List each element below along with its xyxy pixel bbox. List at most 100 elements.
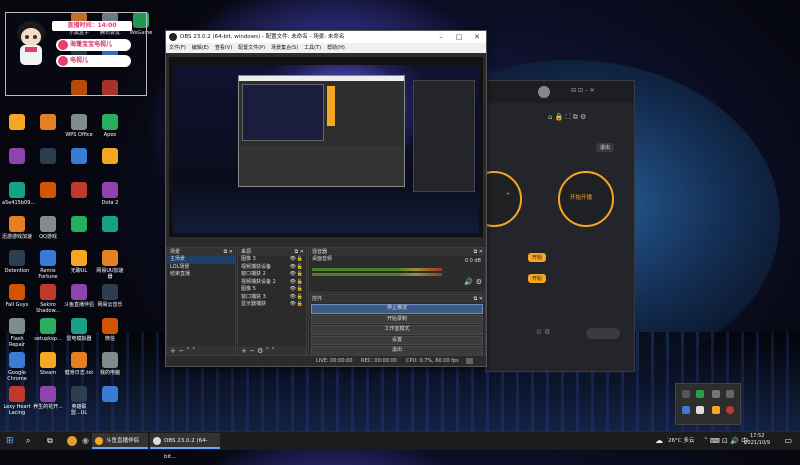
- desktop-icon[interactable]: Remix Fortune: [33, 250, 63, 280]
- source-item[interactable]: 图像 5 👁 🔓: [238, 286, 306, 294]
- desktop-icon[interactable]: [95, 386, 125, 404]
- volume-icon[interactable]: 🔊: [464, 278, 473, 286]
- search-icon[interactable]: ⌕: [26, 434, 30, 448]
- tray-icon[interactable]: [726, 406, 734, 414]
- desktop-icon[interactable]: [33, 114, 63, 132]
- source-item[interactable]: 显示器捕获 👁 🔓: [238, 301, 306, 309]
- source-item[interactable]: 视频捕获设备 👁 🔓: [238, 264, 306, 272]
- lock-icon[interactable]: 🔓: [297, 286, 303, 294]
- lock-icon[interactable]: 🔓: [297, 279, 303, 287]
- task-view-icon[interactable]: ⧉: [47, 434, 53, 448]
- desktop-icon[interactable]: Dota 2: [95, 182, 125, 206]
- tray-icon[interactable]: [682, 390, 690, 398]
- desktop-icon[interactable]: 微信: [95, 318, 125, 342]
- lock-icon[interactable]: 🔓: [297, 301, 303, 309]
- menu-item[interactable]: 查看(V): [215, 45, 232, 51]
- lock-icon[interactable]: 🔓: [297, 264, 303, 272]
- chrome-icon[interactable]: [67, 436, 77, 446]
- tray-icon[interactable]: [712, 390, 720, 398]
- scene-item[interactable]: 主场景: [167, 256, 235, 264]
- lock-icon[interactable]: 🔓: [297, 271, 303, 279]
- desktop-icon[interactable]: Fall Guys: [2, 284, 32, 308]
- menu-item[interactable]: 编辑(E): [192, 45, 209, 51]
- desktop-icon[interactable]: 斗鱼直播伴侣: [64, 284, 94, 308]
- visibility-eye-icon[interactable]: 👁: [290, 271, 296, 279]
- mixer-gear-icon[interactable]: ⚙: [476, 278, 482, 286]
- desktop-icon[interactable]: [95, 216, 125, 234]
- bottom-tool-icons[interactable]: ⊙ ⚙: [536, 328, 550, 336]
- menu-item[interactable]: 帮助(H): [327, 45, 345, 51]
- desktop-icon[interactable]: [2, 114, 32, 132]
- desktop-icon[interactable]: 网易UU加速器: [95, 250, 125, 280]
- minimize-button[interactable]: –: [432, 31, 450, 43]
- companion-tool-icons[interactable]: ⌂ 🔒 ⛶ ⧉ ⚙: [548, 113, 586, 122]
- visibility-eye-icon[interactable]: 👁: [290, 256, 296, 264]
- menu-item[interactable]: 工具(T): [304, 45, 321, 51]
- visibility-eye-icon[interactable]: 👁: [290, 279, 296, 287]
- control-button[interactable]: 设置: [311, 335, 483, 345]
- taskbar-task-2[interactable]: OBS 23.0.2 (64-bit...: [150, 433, 220, 460]
- desktop-icon[interactable]: [33, 148, 63, 166]
- desktop-icon[interactable]: Apex: [95, 114, 125, 138]
- tray-icon[interactable]: [726, 390, 734, 398]
- notification-icon[interactable]: ▭: [784, 434, 792, 448]
- desktop-icon[interactable]: Flash Repair: [2, 318, 32, 348]
- desktop-icon[interactable]: Detention: [2, 250, 32, 274]
- source-item[interactable]: 视频捕获设备 2 👁 🔓: [238, 279, 306, 287]
- desktop-icon[interactable]: WPS Office: [64, 114, 94, 138]
- source-item[interactable]: 图像 3 👁 🔓: [238, 256, 306, 264]
- desktop-icon[interactable]: [64, 216, 94, 234]
- desktop-icon[interactable]: [33, 182, 63, 200]
- source-item[interactable]: 窗口捕获 3 👁 🔓: [238, 294, 306, 302]
- control-button[interactable]: 停止推流: [311, 304, 483, 314]
- desktop-icon[interactable]: [64, 182, 94, 200]
- desktop-icon[interactable]: [95, 148, 125, 166]
- desktop-icon[interactable]: 养生的花开...: [33, 386, 63, 410]
- visibility-eye-icon[interactable]: 👁: [290, 286, 296, 294]
- desktop-icon[interactable]: Google Chrome: [2, 352, 32, 382]
- scene-item[interactable]: LOL场景: [167, 264, 235, 272]
- windows-start-icon[interactable]: ⊞: [6, 434, 14, 448]
- start-broadcast-ring[interactable]: 开始开播: [558, 171, 614, 227]
- tray-icon[interactable]: [696, 390, 704, 398]
- tray-chevron-icon[interactable]: ˄ ⌨ ⊡ 🔊 中: [704, 434, 748, 448]
- desktop-icon[interactable]: Lexy Heart Lacing: [2, 386, 32, 416]
- desktop-icon[interactable]: [2, 148, 32, 166]
- desktop-icon[interactable]: 英雄联盟...UL: [64, 386, 94, 416]
- weather-text[interactable]: 26°C 多云: [668, 434, 694, 448]
- tray-icon[interactable]: [682, 406, 690, 414]
- desktop-icon[interactable]: 无聊UL: [64, 250, 94, 274]
- desktop-icon[interactable]: Steam: [33, 352, 63, 376]
- taskbar-task-1[interactable]: 斗鱼直播伴侣: [92, 433, 148, 449]
- visibility-eye-icon[interactable]: 👁: [290, 264, 296, 272]
- tray-icon[interactable]: [712, 406, 720, 414]
- lock-icon[interactable]: 🔓: [297, 256, 303, 264]
- start-button-2[interactable]: 开始: [528, 274, 547, 283]
- steam-icon[interactable]: ◉: [82, 434, 89, 448]
- desktop-icon[interactable]: [64, 148, 94, 166]
- visibility-eye-icon[interactable]: 👁: [290, 301, 296, 309]
- desktop-icon[interactable]: 我的电脑: [95, 352, 125, 376]
- visibility-eye-icon[interactable]: 👁: [290, 294, 296, 302]
- desktop-icon[interactable]: setupksp...: [33, 318, 63, 342]
- maximize-button[interactable]: □: [450, 31, 468, 43]
- menu-item[interactable]: 场景集合(S): [271, 45, 298, 51]
- close-button[interactable]: ✕: [468, 31, 486, 43]
- desktop-icon[interactable]: a5e415b09...: [2, 182, 35, 206]
- control-button[interactable]: 工作室模式: [311, 325, 483, 335]
- menu-item[interactable]: 文件(F): [169, 45, 186, 51]
- source-item[interactable]: 窗口捕获 2 👁 🔓: [238, 271, 306, 279]
- avatar[interactable]: [538, 86, 550, 98]
- desktop-icon[interactable]: 雷电模拟器: [64, 318, 94, 342]
- lock-icon[interactable]: 🔓: [297, 294, 303, 302]
- obs-preview[interactable]: [169, 57, 483, 237]
- tray-icon[interactable]: [696, 406, 704, 414]
- exit-button[interactable]: 退出: [596, 143, 615, 152]
- clock[interactable]: 17:52 2021/10/9: [744, 433, 770, 447]
- scene-item[interactable]: 结束直播: [167, 271, 235, 279]
- desktop-icon[interactable]: 迅游游戏加速: [2, 216, 32, 240]
- start-button-1[interactable]: 开始: [528, 253, 547, 262]
- menu-item[interactable]: 配置文件(P): [238, 45, 265, 51]
- desktop-icon[interactable]: QQ游戏: [33, 216, 63, 240]
- desktop-icon[interactable]: Sekiro Shadow...: [33, 284, 63, 314]
